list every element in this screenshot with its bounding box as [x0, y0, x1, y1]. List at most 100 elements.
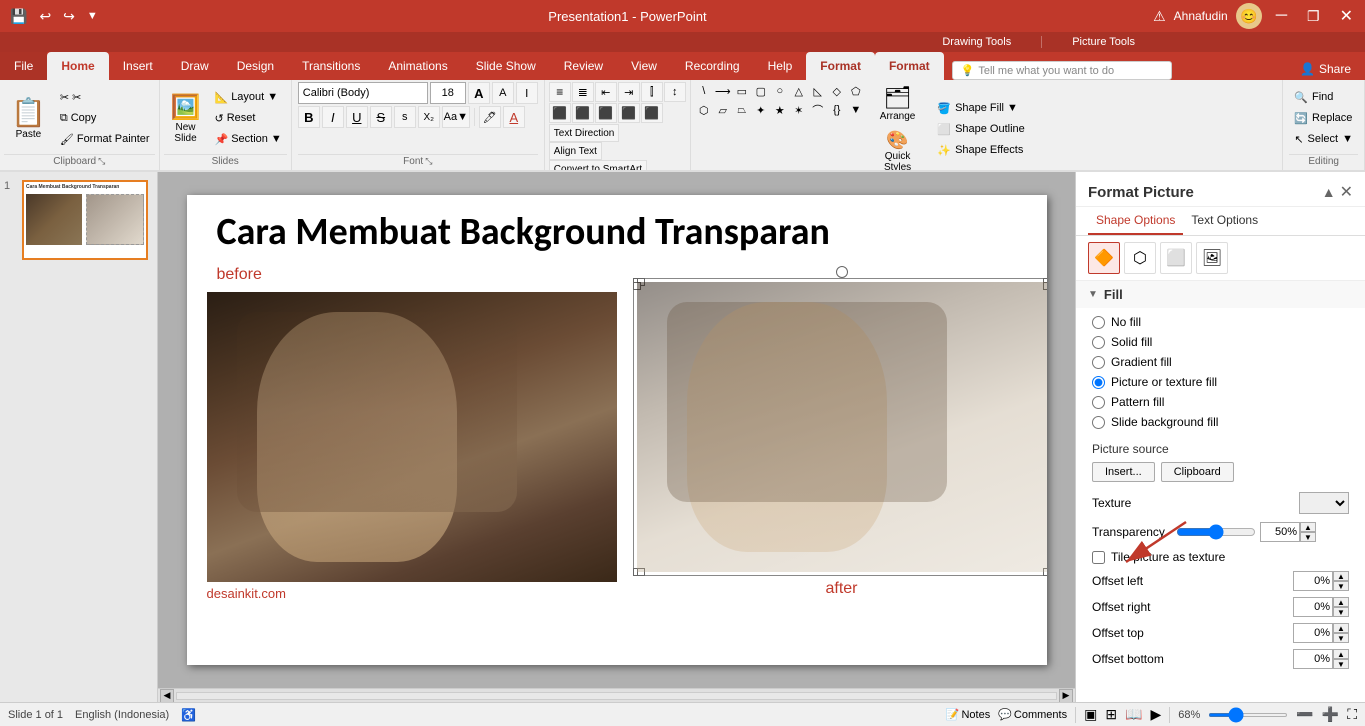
- shape-bracket[interactable]: {}: [828, 101, 846, 119]
- shape-rtriangle[interactable]: ◺: [809, 82, 827, 100]
- ot-dn-btn[interactable]: ▼: [1333, 633, 1349, 643]
- scroll-left-btn[interactable]: ◀: [160, 689, 174, 703]
- tab-review[interactable]: Review: [550, 52, 617, 80]
- ol-up-btn[interactable]: ▲: [1333, 571, 1349, 581]
- shape-effects-btn[interactable]: ✨ Shape Effects: [930, 141, 1031, 160]
- fp-icon-shape[interactable]: ⬡: [1124, 242, 1156, 274]
- strikethrough-btn[interactable]: S: [370, 106, 392, 128]
- tab-file[interactable]: File: [0, 52, 47, 80]
- tab-format2[interactable]: Format: [875, 52, 944, 80]
- slideshow-btn[interactable]: ▶: [1151, 706, 1162, 723]
- radio-solid-fill[interactable]: Solid fill: [1092, 332, 1349, 352]
- font-shrink-btn[interactable]: A: [492, 82, 514, 104]
- restore-btn[interactable]: ❐: [1301, 8, 1326, 25]
- shape-line[interactable]: \: [695, 82, 713, 100]
- or-up-btn[interactable]: ▲: [1333, 597, 1349, 607]
- reading-view-btn[interactable]: 📖: [1125, 706, 1142, 723]
- fp-icon-fill[interactable]: 🔶: [1088, 242, 1120, 274]
- paste-btn[interactable]: 📋 Paste: [4, 93, 53, 143]
- radio-picture-fill[interactable]: Picture or texture fill: [1092, 372, 1349, 392]
- align-center-btn[interactable]: ⬛: [572, 103, 594, 123]
- tile-checkbox[interactable]: [1092, 551, 1105, 564]
- fp-icon-picture[interactable]: 🖼: [1196, 242, 1228, 274]
- insert-btn[interactable]: Insert...: [1092, 462, 1155, 482]
- clipboard-source-btn[interactable]: Clipboard: [1161, 462, 1234, 482]
- zoom-out-btn[interactable]: ➖: [1296, 706, 1313, 723]
- tab-recording[interactable]: Recording: [671, 52, 754, 80]
- shape-arrow[interactable]: ⟶: [714, 82, 732, 100]
- align-text-btn[interactable]: Align Text: [549, 142, 602, 160]
- close-btn[interactable]: ✕: [1334, 6, 1359, 26]
- shape-arc[interactable]: ⌒: [809, 101, 827, 119]
- fp-close-btn[interactable]: ✕: [1340, 182, 1353, 202]
- find-btn[interactable]: 🔍 Find: [1289, 88, 1358, 107]
- zoom-in-btn[interactable]: ➕: [1322, 706, 1339, 723]
- align-right-btn[interactable]: ⬛: [595, 103, 617, 123]
- inc-indent-btn[interactable]: ⇥: [618, 82, 640, 102]
- fp-tab-shape[interactable]: Shape Options: [1088, 207, 1183, 235]
- tab-slideshow[interactable]: Slide Show: [462, 52, 550, 80]
- replace-btn[interactable]: 🔄 Replace: [1289, 109, 1358, 128]
- h-scrollbar[interactable]: ◀ ▶: [158, 688, 1075, 702]
- align-left-btn[interactable]: ⬛: [549, 103, 571, 123]
- trans-dn-btn[interactable]: ▼: [1300, 532, 1316, 542]
- tab-design[interactable]: Design: [223, 52, 288, 80]
- bold-btn[interactable]: B: [298, 106, 320, 128]
- offset-top-input[interactable]: [1293, 623, 1333, 643]
- ot-up-btn[interactable]: ▲: [1333, 623, 1349, 633]
- quick-styles-btn[interactable]: 🎨 QuickStyles: [873, 127, 923, 172]
- minimize-btn[interactable]: ─: [1270, 7, 1293, 25]
- slide-content[interactable]: Cara Membuat Background Transparan befor…: [187, 195, 1047, 665]
- image-with-handles[interactable]: [637, 282, 1047, 572]
- help-search-box[interactable]: 💡 Tell me what you want to do: [952, 61, 1172, 80]
- change-case-btn[interactable]: Aa▼: [442, 106, 470, 128]
- tab-transitions[interactable]: Transitions: [288, 52, 374, 80]
- slide-sorter-btn[interactable]: ⊞: [1105, 706, 1117, 723]
- accessibility-icon[interactable]: ♿: [181, 708, 196, 722]
- shape-trapezoid[interactable]: ⏢: [733, 101, 751, 119]
- bullets-btn[interactable]: ≡: [549, 82, 571, 102]
- font-color-btn[interactable]: A: [503, 106, 525, 128]
- comments-btn[interactable]: 💬 Comments: [998, 708, 1067, 721]
- normal-view-btn[interactable]: ▣: [1084, 706, 1097, 723]
- col-btn[interactable]: ⫿: [641, 82, 663, 102]
- layout-btn[interactable]: 📐Layout ▼: [209, 88, 286, 107]
- text-direction-btn[interactable]: Text Direction: [549, 124, 620, 142]
- shape-pentagon[interactable]: ⬠: [847, 82, 865, 100]
- dec-indent-btn[interactable]: ⇤: [595, 82, 617, 102]
- tab-view[interactable]: View: [617, 52, 671, 80]
- line-spacing-btn[interactable]: ↕: [664, 82, 686, 102]
- notes-btn[interactable]: 📝 Notes: [946, 708, 990, 721]
- shape-hex[interactable]: ⬡: [695, 101, 713, 119]
- format-painter-btn[interactable]: 🖌Format Painter: [55, 130, 155, 149]
- scroll-right-btn[interactable]: ▶: [1059, 689, 1073, 703]
- fp-icon-size[interactable]: ⬜: [1160, 242, 1192, 274]
- shape-star6[interactable]: ✶: [790, 101, 808, 119]
- justify-btn[interactable]: ⬛: [618, 103, 640, 123]
- offset-left-input[interactable]: [1293, 571, 1333, 591]
- transparency-slider[interactable]: [1176, 524, 1256, 540]
- rotate-handle[interactable]: [836, 266, 848, 278]
- radio-slide-fill[interactable]: Slide background fill: [1092, 412, 1349, 432]
- fp-fill-header[interactable]: ▼ Fill: [1076, 281, 1365, 308]
- h-scroll-track[interactable]: [176, 692, 1057, 700]
- offset-bottom-input[interactable]: [1293, 649, 1333, 669]
- radio-pattern-fill[interactable]: Pattern fill: [1092, 392, 1349, 412]
- col2-btn[interactable]: ⬛: [641, 103, 663, 123]
- underline-btn[interactable]: U: [346, 106, 368, 128]
- tab-help[interactable]: Help: [754, 52, 807, 80]
- save-icon[interactable]: 💾: [6, 6, 31, 27]
- font-name-input[interactable]: [298, 82, 428, 104]
- text-shadow-btn[interactable]: s: [394, 106, 416, 128]
- subscript-btn[interactable]: X₂: [418, 106, 440, 128]
- customize-icon[interactable]: ▼: [83, 8, 102, 24]
- redo-icon[interactable]: ↪: [59, 6, 79, 27]
- shape-parallelogram[interactable]: ▱: [714, 101, 732, 119]
- share-btn[interactable]: 👤 Share: [1286, 58, 1365, 80]
- radio-no-fill[interactable]: No fill: [1092, 312, 1349, 332]
- shape-rect[interactable]: ▭: [733, 82, 751, 100]
- fit-slide-btn[interactable]: ⛶: [1347, 706, 1357, 723]
- tab-animations[interactable]: Animations: [374, 52, 461, 80]
- shape-more[interactable]: ▼: [847, 101, 865, 119]
- shape-oval[interactable]: ○: [771, 82, 789, 100]
